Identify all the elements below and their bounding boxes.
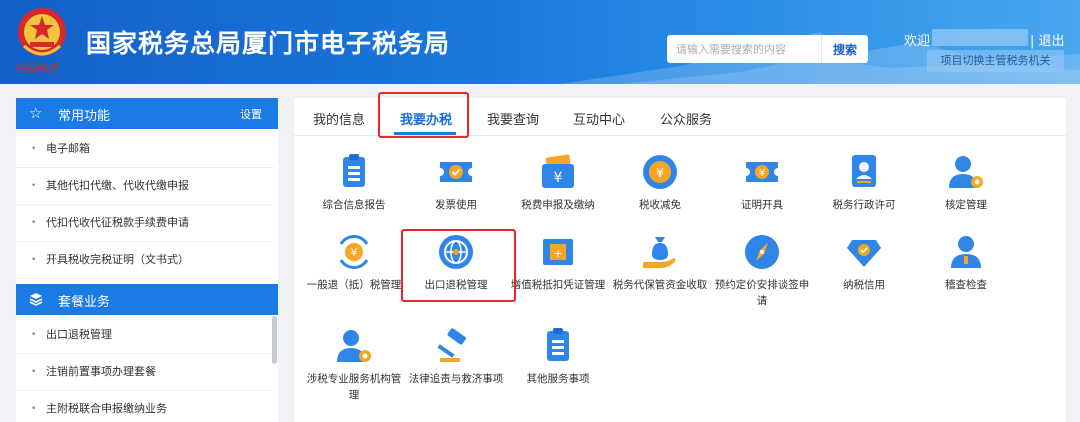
service-tile[interactable]: ¥ 税费申报及缴纳 — [508, 152, 608, 213]
emblem-signature: 中国税务 — [14, 62, 58, 75]
document-list-icon — [343, 154, 365, 187]
service-tile[interactable]: 纳税信用 — [814, 232, 914, 293]
main-panel: 我的信息 我要办税 我要查询 互动中心 公众服务 综合信息报告 发票使用 ¥ 税… — [294, 92, 1066, 422]
switch-tax-office-button[interactable]: 项目切换主管税务机关 — [927, 50, 1064, 72]
layers-icon — [29, 293, 43, 306]
refund-yuan-icon: ¥ — [339, 234, 369, 270]
tab-public-service[interactable]: 公众服务 — [660, 109, 712, 128]
highlight-active-tab — [378, 92, 469, 138]
service-tile[interactable]: 法律追责与救济事项 — [406, 326, 506, 387]
service-tile[interactable]: 税务代保管资金收取 — [610, 232, 710, 293]
service-label: 税务行政许可 — [832, 199, 896, 211]
credit-diamond-icon — [847, 240, 881, 267]
svg-text:¥: ¥ — [759, 168, 765, 179]
tab-query[interactable]: 我要查询 — [487, 109, 539, 128]
svg-text:¥: ¥ — [554, 170, 563, 186]
search-input[interactable] — [667, 35, 821, 63]
highlight-export-refund-tile — [401, 229, 516, 302]
service-tile[interactable]: + 增值税抵扣凭证管理 — [508, 232, 608, 293]
common-functions-title: 常用功能 — [58, 109, 111, 124]
clipboard-list-icon — [547, 328, 569, 361]
gavel-icon — [437, 328, 466, 362]
service-label: 涉税专业服务机构管理 — [306, 373, 402, 401]
inspector-user-icon — [951, 236, 981, 268]
package-services-title: 套餐业务 — [58, 295, 111, 310]
sidebar-item[interactable]: 代扣代收代征税款手续费申请 — [16, 205, 274, 242]
site-title: 国家税务总局厦门市电子税务局 — [86, 29, 451, 58]
tab-my-info[interactable]: 我的信息 — [313, 109, 365, 128]
common-functions-header: ☆ 常用功能 设置 — [16, 98, 278, 129]
service-label: 其他服务事项 — [526, 373, 590, 385]
license-badge-icon — [852, 155, 876, 187]
service-tile[interactable]: ¥ 税收减免 — [610, 152, 710, 213]
sidebar-item[interactable]: 其他代扣代缴、代收代缴申报 — [16, 168, 274, 205]
tax-reduction-coin-icon: ¥ — [643, 155, 677, 189]
service-label: 增值税抵扣凭证管理 — [510, 279, 606, 291]
yuan-wallet-icon: ¥ — [542, 154, 574, 188]
sidebar-scrollbar[interactable] — [272, 316, 277, 364]
svg-text:¥: ¥ — [351, 246, 358, 259]
service-label: 预约定价安排谈签申请 — [714, 279, 810, 307]
service-label: 综合信息报告 — [322, 199, 386, 211]
service-label: 税务代保管资金收取 — [612, 279, 708, 291]
welcome-text: 欢迎 — [904, 34, 931, 49]
service-label: 核定管理 — [945, 199, 987, 211]
service-label: 证明开具 — [741, 199, 783, 211]
service-tile[interactable]: 稽查检查 — [916, 232, 1016, 293]
svg-text:+: + — [553, 247, 562, 260]
svg-text:¥: ¥ — [656, 166, 664, 180]
search-button[interactable]: 搜索 — [821, 35, 868, 63]
invoice-ticket-icon — [440, 162, 472, 182]
agency-user-gear-icon — [337, 330, 371, 362]
site-header: 中国税务 国家税务总局厦门市电子税务局 搜索 欢迎 | 退出 项目切换主管税务机… — [0, 0, 1080, 84]
package-services-header[interactable]: 套餐业务 — [16, 284, 278, 315]
certificate-icon: ¥ — [746, 162, 778, 182]
sidebar-item[interactable]: 注销前置事项办理套餐 — [16, 354, 274, 391]
sidebar-item[interactable]: 电子邮箱 — [16, 131, 274, 168]
service-tile[interactable]: 核定管理 — [916, 152, 1016, 213]
username-redacted — [932, 29, 1028, 46]
service-label: 发票使用 — [435, 199, 477, 211]
tab-interaction-center[interactable]: 互动中心 — [573, 109, 625, 128]
tax-emblem-icon — [18, 8, 66, 56]
compass-icon — [745, 235, 779, 269]
sidebar: ☆ 常用功能 设置 电子邮箱 其他代扣代缴、代收代缴申报 代扣代收代征税款手续费… — [16, 98, 278, 422]
service-tile[interactable]: ¥ 一般退（抵）税管理 — [304, 232, 404, 293]
service-label: 税费申报及缴纳 — [521, 199, 595, 211]
service-label: 纳税信用 — [843, 279, 885, 291]
money-bag-hand-icon — [643, 237, 676, 268]
service-tile[interactable]: 税务行政许可 — [814, 152, 914, 213]
settings-link[interactable]: 设置 — [240, 106, 262, 122]
user-gear-icon — [949, 156, 983, 188]
service-tile[interactable]: 综合信息报告 — [304, 152, 404, 213]
logout-link[interactable]: | 退出 — [1030, 30, 1065, 49]
service-label: 一般退（抵）税管理 — [306, 279, 402, 291]
service-tile[interactable]: ¥ 证明开具 — [712, 152, 812, 213]
service-tile[interactable]: 发票使用 — [406, 152, 506, 213]
service-tile[interactable]: 其他服务事项 — [508, 326, 608, 387]
service-label: 法律追责与救济事项 — [408, 373, 504, 385]
sidebar-item[interactable]: 开具税收完税证明（文书式） — [16, 242, 274, 279]
service-label: 稽查检查 — [945, 279, 987, 291]
service-label: 税收减免 — [639, 199, 681, 211]
service-tile[interactable]: 预约定价安排谈签申请 — [712, 232, 812, 309]
sidebar-item[interactable]: 主附税联合申报缴纳业务 — [16, 391, 274, 422]
sidebar-item[interactable]: 出口退税管理 — [16, 317, 274, 354]
service-tile[interactable]: 涉税专业服务机构管理 — [304, 326, 404, 403]
star-icon: ☆ — [29, 104, 43, 122]
vat-voucher-icon: + — [543, 239, 573, 265]
